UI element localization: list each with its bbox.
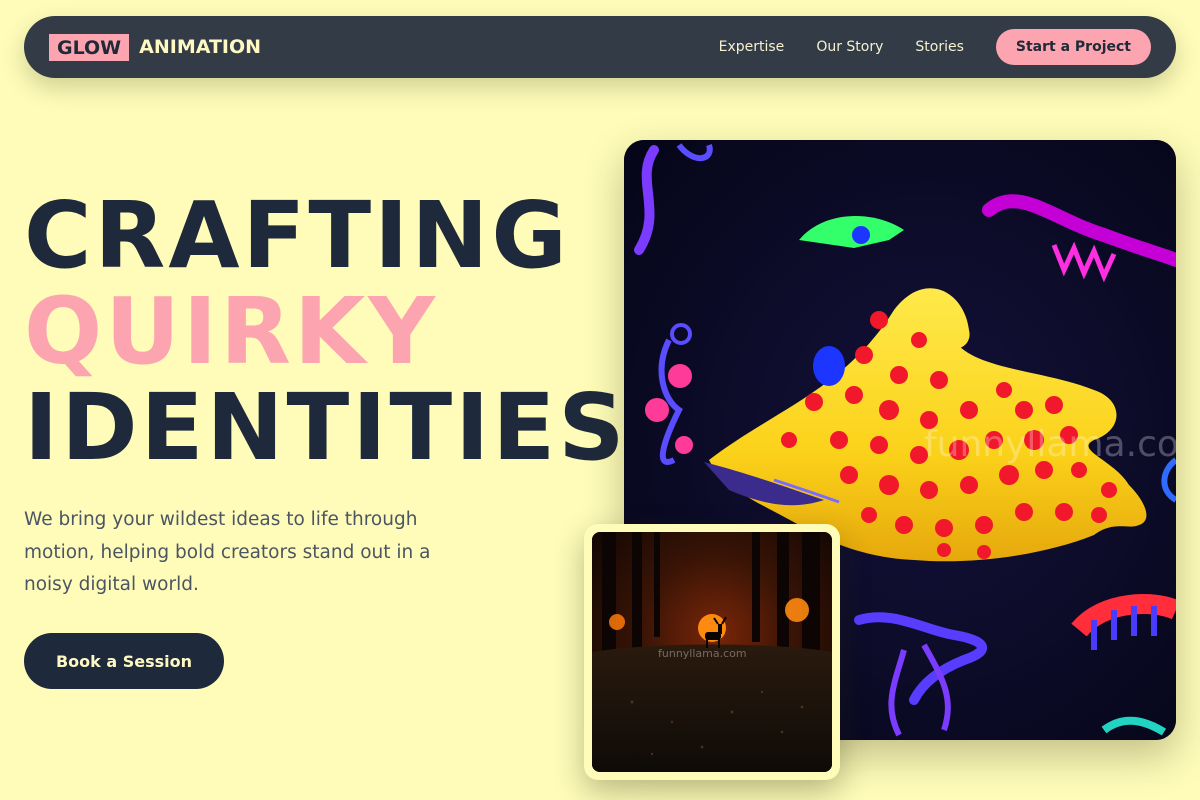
logo[interactable]: GLOW ANIMATION [49,33,262,61]
hero-description: We bring your wildest ideas to life thro… [24,509,431,595]
top-nav: GLOW ANIMATION Expertise Our Story Stori… [24,16,1176,78]
forest-deer-illustration: funnyllama.com [592,532,832,772]
book-session-button[interactable]: Book a Session [24,633,224,689]
thumbnail-card: funnyllama.com [584,524,840,780]
headline-line-3-text: IDENTITIES [24,374,628,481]
start-project-button[interactable]: Start a Project [995,29,1151,65]
headline-line-2: QUIRKY [24,278,438,385]
headline-line-1: CRAFTING [24,182,570,289]
headline-line-3: IDENTITIES. [24,380,665,476]
thumb-watermark: funnyllama.com [658,647,747,660]
nav-links: Expertise Our Story Stories Start a Proj… [719,29,1151,65]
logo-text: ANIMATION [139,36,262,58]
logo-badge: GLOW [49,33,130,61]
nav-link-our-story[interactable]: Our Story [816,39,883,55]
hero-image-watermark: funnyllama.com [924,424,1176,465]
hero-headline: CRAFTING QUIRKY IDENTITIES. [24,188,665,476]
nav-link-expertise[interactable]: Expertise [719,39,785,55]
nav-link-stories[interactable]: Stories [915,39,964,55]
forest-image: funnyllama.com [592,532,832,772]
